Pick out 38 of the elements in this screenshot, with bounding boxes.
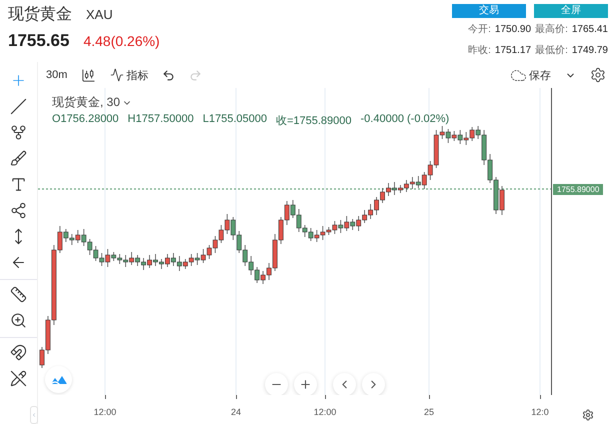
plus-icon (299, 378, 312, 391)
time-axis-label: 25 (424, 407, 434, 417)
save-button[interactable]: 保存 (510, 66, 551, 84)
ohlc-value: 收=1755.89000 (276, 114, 352, 128)
collapse-handle[interactable] (30, 406, 38, 424)
last-price-label: 1755.89000 (553, 184, 604, 195)
mountain-logo-icon[interactable] (45, 366, 72, 393)
symbol-legend-button[interactable]: 现货黄金, 30 (52, 94, 450, 111)
ohlc-value: O1756.28000 (52, 113, 119, 127)
interval-button[interactable]: 30m (46, 69, 68, 81)
ohlc-value: -0.40000 (-0.02%) (360, 113, 450, 127)
stat-label: 今开: (468, 23, 491, 36)
instrument-name: 现货黄金 (8, 4, 72, 25)
settings-icon[interactable] (590, 67, 606, 83)
stat-label: 最低价: (535, 44, 568, 57)
indicators-button[interactable]: 指标 (110, 68, 148, 82)
time-axis-label: 12:00 (94, 407, 116, 417)
indicator-icon (110, 68, 124, 82)
ohlc-value: L1755.05000 (202, 113, 267, 127)
candlestick-icon[interactable] (81, 68, 96, 82)
current-price: 1755.65 (8, 31, 70, 51)
scroll-left-button[interactable] (333, 373, 356, 395)
stat-value: 1750.90 (494, 24, 532, 34)
stat-value: 1765.41 (572, 24, 608, 34)
stat-label: 昨收: (468, 44, 491, 57)
time-axis-label: 24 (231, 407, 241, 417)
ohlc-value: H1757.50000 (128, 113, 194, 127)
stat-label: 最高价: (535, 22, 568, 36)
zoom-in-button[interactable] (294, 373, 317, 395)
chart-settings-icon[interactable] (582, 409, 594, 421)
stat-value: 1751.17 (494, 44, 532, 56)
instrument-symbol: XAU (86, 7, 113, 22)
undo-icon[interactable] (162, 68, 176, 82)
time-axis-label: 12:0 (531, 407, 549, 417)
stat-value: 1749.79 (572, 44, 608, 56)
time-axis-label: 12:00 (314, 407, 336, 417)
price-change: 4.48(0.26%) (83, 33, 160, 49)
scroll-right-button[interactable] (362, 373, 385, 395)
